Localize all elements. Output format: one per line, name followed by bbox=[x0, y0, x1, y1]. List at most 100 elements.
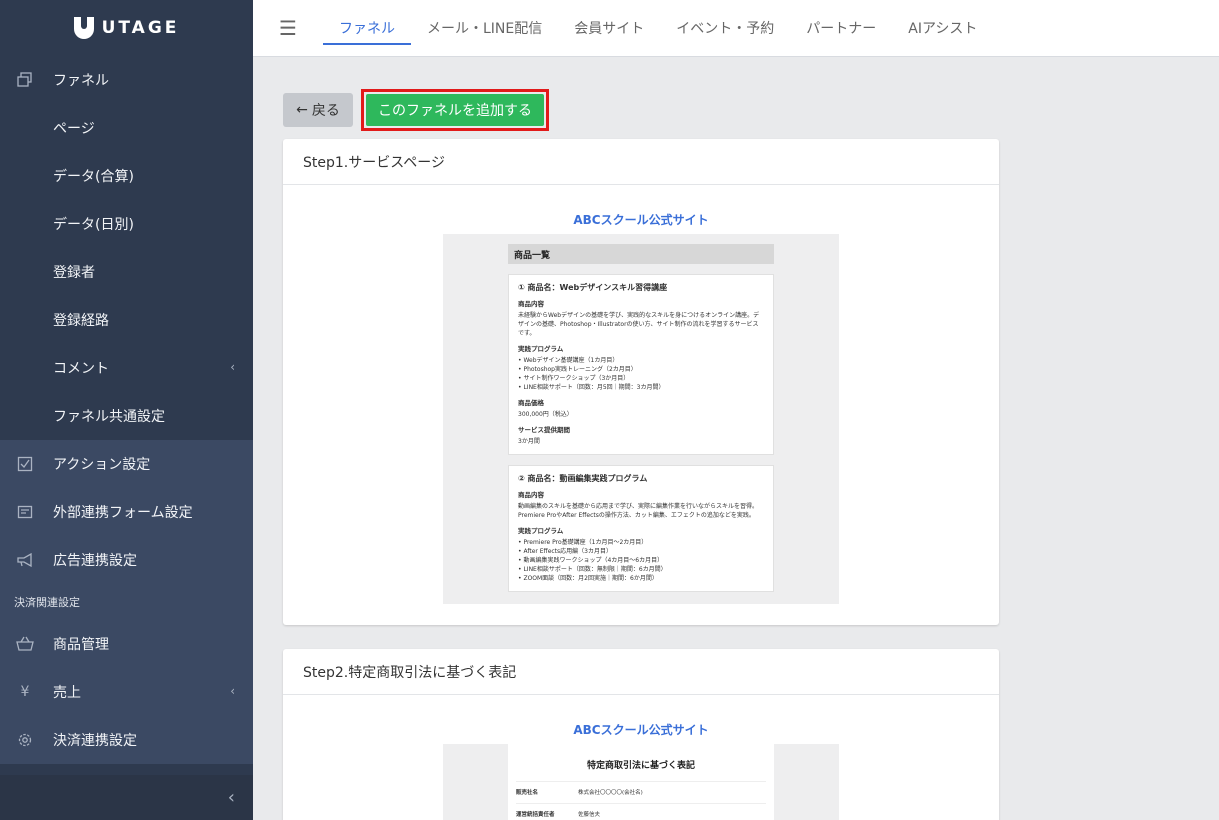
top-tabs: ファネル メール・LINE配信 会員サイト イベント・予約 パートナー AIアシ… bbox=[323, 0, 993, 57]
step2-page-preview[interactable]: 特定商取引法に基づく表記 販売社名 株式会社〇〇〇〇(会社名) 運営統括責任者 … bbox=[443, 744, 839, 820]
sidebar-item-label: データ(日別) bbox=[53, 217, 134, 233]
step1-title: Step1.サービスページ bbox=[283, 139, 999, 185]
chevron-left-icon: ‹ bbox=[227, 787, 235, 808]
sidebar-collapse-button[interactable]: ‹ bbox=[0, 775, 253, 820]
sidebar-item-label: 商品管理 bbox=[53, 637, 109, 653]
content-label: 商品内容 bbox=[518, 491, 544, 499]
row-value: 佐藤信夫 bbox=[578, 812, 601, 818]
sidebar-item-label: ファネル共通設定 bbox=[53, 409, 165, 425]
preview-product-list: 商品一覧 ① 商品名：Webデザインスキル習得講座 商品内容 未経験からWebデ… bbox=[508, 244, 774, 592]
tab-partner[interactable]: パートナー bbox=[790, 0, 892, 57]
program-label: 実践プログラム bbox=[518, 345, 564, 353]
sidebar-item-registrants[interactable]: 登録者 bbox=[0, 248, 253, 296]
hamburger-menu-icon[interactable]: ☰ bbox=[253, 0, 323, 57]
yen-icon: ¥ bbox=[20, 684, 30, 700]
step2-card: Step2.特定商取引法に基づく表記 ABCスクール公式サイト 特定商取引法に基… bbox=[283, 649, 999, 820]
add-funnel-highlight: このファネルを追加する bbox=[361, 89, 549, 131]
sidebar-item-data-total[interactable]: データ(合算) bbox=[0, 152, 253, 200]
period-value: 3か月間 bbox=[518, 438, 540, 445]
program-item: Webデザイン基礎講座（1カ月目） bbox=[518, 356, 764, 365]
action-buttons: ← 戻る このファネルを追加する bbox=[283, 89, 549, 131]
program-list: Webデザイン基礎講座（1カ月目） Photoshop実践トレーニング（2カ月目… bbox=[518, 356, 764, 392]
program-item: ZOOM面談（回数：月2回実施｜期間：6か月間） bbox=[518, 574, 764, 583]
tab-ai-assist[interactable]: AIアシスト bbox=[892, 0, 993, 57]
tab-mail-line[interactable]: メール・LINE配信 bbox=[411, 0, 558, 57]
sidebar-item-label: 外部連携フォーム設定 bbox=[53, 505, 193, 521]
sidebar-item-funnel[interactable]: ファネル bbox=[0, 56, 253, 104]
sidebar-item-ad-settings[interactable]: 広告連携設定 bbox=[0, 536, 253, 584]
chevron-left-icon: ‹ bbox=[230, 360, 235, 374]
form-icon bbox=[16, 503, 34, 521]
sidebar-item-product-management[interactable]: 商品管理 bbox=[0, 620, 253, 668]
gear-icon bbox=[16, 731, 34, 749]
sidebar-item-label: コメント bbox=[53, 361, 109, 377]
brand-name: UTAGE bbox=[101, 18, 180, 38]
content-text: 動画編集のスキルを基礎から応用まで学び、実際に編集作業を行いながらスキルを習得。… bbox=[518, 503, 759, 519]
table-row: 運営統括責任者 佐藤信夫 bbox=[516, 804, 766, 820]
content-label: 商品内容 bbox=[518, 300, 544, 308]
sidebar-item-sales[interactable]: ¥ 売上 ‹ bbox=[0, 668, 253, 716]
program-item: After Effects応用編（3カ月目） bbox=[518, 547, 764, 556]
product-heading: ② 商品名：動画編集実践プログラム bbox=[518, 474, 648, 483]
back-button[interactable]: ← 戻る bbox=[283, 93, 353, 127]
sidebar-item-label: 登録経路 bbox=[53, 313, 109, 329]
chevron-left-icon: ‹ bbox=[230, 684, 235, 698]
brand-logo[interactable]: UTAGE bbox=[0, 0, 253, 56]
main-content: ← 戻る このファネルを追加する Step1.サービスページ ABCスクール公式… bbox=[283, 57, 999, 820]
program-label: 実践プログラム bbox=[518, 527, 564, 535]
step1-card: Step1.サービスページ ABCスクール公式サイト 商品一覧 ① 商品名：We… bbox=[283, 139, 999, 625]
sidebar: UTAGE ファネル ページ データ(合算) データ(日別) 登録者 登録経路 … bbox=[0, 0, 253, 820]
program-item: Photoshop実践トレーニング（2カ月目） bbox=[518, 365, 764, 374]
sidebar-item-label: ファネル bbox=[53, 73, 109, 89]
sidebar-item-label: ページ bbox=[53, 121, 95, 137]
checkbox-icon bbox=[16, 455, 34, 473]
row-key: 運営統括責任者 bbox=[516, 812, 555, 818]
sidebar-item-label: 登録者 bbox=[53, 265, 95, 281]
funnel-menu: ファネル ページ データ(合算) データ(日別) 登録者 登録経路 コメント ‹… bbox=[0, 56, 253, 440]
program-item: サイト制作ワークショップ（3か月目） bbox=[518, 374, 764, 383]
sidebar-item-action-settings[interactable]: アクション設定 bbox=[0, 440, 253, 488]
product-heading: ① 商品名：Webデザインスキル習得講座 bbox=[518, 283, 668, 292]
price-label: 商品価格 bbox=[518, 399, 544, 407]
program-item: LINE相談サポート（回数：無制限｜期間：6カ月間） bbox=[518, 565, 764, 574]
step1-site-title: ABCスクール公式サイト bbox=[573, 213, 709, 227]
sidebar-item-label: 決済連携設定 bbox=[53, 733, 137, 749]
preview-legal-notice: 特定商取引法に基づく表記 販売社名 株式会社〇〇〇〇(会社名) 運営統括責任者 … bbox=[508, 744, 774, 820]
sidebar-item-label: アクション設定 bbox=[53, 457, 151, 473]
program-list: Premiere Pro基礎講座（1カ月目〜2カ月目） After Effect… bbox=[518, 538, 764, 583]
tab-funnel[interactable]: ファネル bbox=[323, 0, 411, 57]
sidebar-item-label: データ(合算) bbox=[53, 169, 134, 185]
content-text: 未経験からWebデザインの基礎を学び、実践的なスキルを身につけるオンライン講座。… bbox=[518, 312, 760, 337]
sidebar-item-comments[interactable]: コメント ‹ bbox=[0, 344, 253, 392]
arrow-left-icon: ← bbox=[296, 102, 308, 118]
megaphone-icon bbox=[16, 551, 34, 569]
payment-section-label: 決済関連設定 bbox=[14, 596, 80, 609]
row-value: 株式会社〇〇〇〇(会社名) bbox=[578, 790, 643, 796]
tab-member-site[interactable]: 会員サイト bbox=[558, 0, 660, 57]
basket-icon bbox=[16, 635, 34, 653]
preview-band: 商品一覧 bbox=[508, 244, 774, 264]
add-funnel-button[interactable]: このファネルを追加する bbox=[366, 94, 544, 126]
sidebar-item-data-daily[interactable]: データ(日別) bbox=[0, 200, 253, 248]
program-item: Premiere Pro基礎講座（1カ月目〜2カ月目） bbox=[518, 538, 764, 547]
table-row: 販売社名 株式会社〇〇〇〇(会社名) bbox=[516, 782, 766, 804]
step2-title: Step2.特定商取引法に基づく表記 bbox=[283, 649, 999, 695]
program-item: LINE相談サポート（回数：月5回｜期間：3カ月間） bbox=[518, 383, 764, 392]
settings-menu: アクション設定 外部連携フォーム設定 広告連携設定 決済関連設定 商品管理 ¥ … bbox=[0, 440, 253, 764]
preview-product-2: ② 商品名：動画編集実践プログラム 商品内容 動画編集のスキルを基礎から応用まで… bbox=[508, 465, 774, 592]
sidebar-item-label: 売上 bbox=[53, 685, 81, 701]
sidebar-item-pages[interactable]: ページ bbox=[0, 104, 253, 152]
tab-event-reservation[interactable]: イベント・予約 bbox=[660, 0, 790, 57]
top-navigation: ☰ ファネル メール・LINE配信 会員サイト イベント・予約 パートナー AI… bbox=[253, 0, 1219, 57]
row-key: 販売社名 bbox=[516, 790, 539, 796]
copy-icon bbox=[16, 71, 34, 89]
price-value: 300,000円（税込） bbox=[518, 411, 573, 418]
sidebar-item-label: 広告連携設定 bbox=[53, 553, 137, 569]
sidebar-item-external-form-settings[interactable]: 外部連携フォーム設定 bbox=[0, 488, 253, 536]
program-item: 動画編集実践ワークショップ（4カ月目〜6カ月目） bbox=[518, 556, 764, 565]
sidebar-item-funnel-common-settings[interactable]: ファネル共通設定 bbox=[0, 392, 253, 440]
sidebar-item-payment-integration[interactable]: 決済連携設定 bbox=[0, 716, 253, 764]
step1-page-preview[interactable]: 商品一覧 ① 商品名：Webデザインスキル習得講座 商品内容 未経験からWebデ… bbox=[443, 234, 839, 604]
period-label: サービス提供期間 bbox=[518, 426, 570, 434]
sidebar-item-registration-route[interactable]: 登録経路 bbox=[0, 296, 253, 344]
